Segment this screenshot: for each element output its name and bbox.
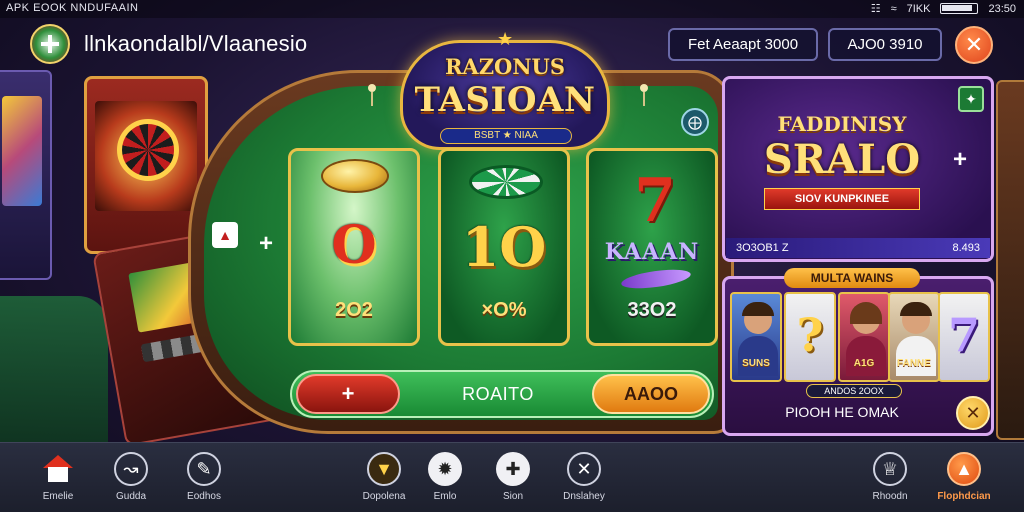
status-text: APK EOOK NNDUFAAIN: [6, 2, 139, 14]
nav-label: Dopolena: [362, 491, 406, 502]
nav-cancel[interactable]: ✕ Dnslahey: [548, 452, 620, 508]
reel-symbol: O: [331, 215, 377, 276]
body-shape: [846, 336, 886, 376]
multi-wins-sub: ANDOS 2OOX: [806, 384, 902, 398]
nav-label: Dnslahey: [563, 491, 605, 502]
card-symbol: ?: [796, 308, 824, 362]
decrease-bet-button[interactable]: +: [296, 374, 400, 414]
cross-icon: [41, 35, 59, 53]
seven-icon: 7: [634, 166, 676, 236]
win-card[interactable]: 7: [938, 292, 990, 382]
nav-spin[interactable]: ✚ Sion: [477, 452, 549, 508]
nav-label: Emelie: [42, 491, 74, 502]
nav-trophy[interactable]: ♕ Rhoodn: [854, 452, 926, 508]
promo-status-bar: 3O3OB1 Z 8.493: [726, 238, 990, 258]
cancel-icon: ✕: [567, 452, 601, 486]
hair-shape: [900, 302, 932, 316]
wifi-icon: ≈: [890, 2, 897, 15]
side-table-decor: [0, 296, 108, 446]
nav-label: Flophdcian: [937, 491, 991, 502]
game-title-main: TASIOAN: [414, 80, 596, 120]
trophy-icon: ♕: [873, 452, 907, 486]
reel-symbol: KAAAN: [604, 239, 700, 265]
spin-button[interactable]: ROAITO: [420, 374, 576, 414]
shield-icon: ▼: [367, 452, 401, 486]
reel-3[interactable]: 7 KAAAN 33O2: [586, 148, 718, 346]
balance-field[interactable]: Fet Aeaapt 3000: [668, 28, 818, 61]
promo-ribbon: SIOV KUNPKINEE: [764, 188, 920, 210]
promo-bar-left: 3O3OB1 Z: [736, 242, 789, 254]
edit-icon: ✎: [187, 452, 221, 486]
win-card[interactable]: ?: [784, 292, 836, 382]
signal-icon: ☷: [870, 3, 881, 15]
close-button[interactable]: ✕: [955, 26, 993, 64]
coin-icon: [321, 159, 389, 193]
play-icon[interactable]: ▲: [212, 222, 238, 248]
network-label: 7IKK: [906, 2, 931, 15]
card-tag: FANNE: [897, 358, 931, 369]
nav-label: Gudda: [115, 491, 147, 502]
arcade-screen: [2, 96, 42, 206]
body-shape: [738, 336, 778, 376]
app-logo[interactable]: [30, 24, 70, 64]
nav-stats[interactable]: ↝ Gudda: [95, 452, 167, 508]
reel-1[interactable]: O 2O2: [288, 148, 420, 346]
arcade-machine-right: [996, 80, 1024, 440]
nav-label: Rhoodn: [872, 491, 908, 502]
gift-icon[interactable]: ✦: [958, 86, 984, 112]
app-title: llnkaondalbl/Vlaanesio: [84, 31, 308, 56]
promo-icon: ▲: [947, 452, 981, 486]
home-icon: [43, 455, 73, 482]
credits-field[interactable]: AJO0 3910: [828, 28, 942, 61]
nav-promo[interactable]: ▲ Flophdcian: [928, 452, 1000, 508]
swoosh-icon: [620, 266, 692, 292]
nav-chip[interactable]: ✹ Emlo: [409, 452, 481, 508]
star-icon: ★: [497, 29, 514, 49]
reel-value: 33O2: [627, 299, 677, 321]
game-title-sub: BSBT ★ NIAA: [440, 128, 572, 144]
multi-wins-footer: PIOOH HE OMAK: [785, 404, 899, 420]
roulette-wheel-icon: [117, 119, 179, 181]
reel-2[interactable]: 1O ×O%: [438, 148, 570, 346]
card-symbol: 7: [947, 308, 980, 362]
status-icons: ☷ ≈ 7IKK 23:50: [870, 2, 1016, 16]
nav-label: Eodhos: [187, 491, 221, 502]
nav-edit[interactable]: ✎ Eodhos: [168, 452, 240, 508]
clock: 23:50: [988, 2, 1016, 15]
reel-value: ×O%: [481, 299, 527, 321]
pin-icon: [640, 84, 648, 106]
reel-symbol: 1O: [461, 215, 547, 279]
body-shape: [896, 336, 936, 376]
compass-icon[interactable]: ⨁: [681, 108, 709, 136]
win-card[interactable]: A1G: [838, 292, 890, 382]
card-tag: SUNS: [742, 358, 770, 369]
nav-home[interactable]: Emelie: [22, 452, 94, 508]
add-button[interactable]: AAOO: [592, 374, 710, 414]
win-card[interactable]: FANNE: [888, 292, 940, 382]
plus-icon[interactable]: +: [256, 232, 276, 256]
reel-value: 2O2: [335, 299, 373, 321]
card-tag: A1G: [853, 358, 875, 369]
promo-title-line1: FADDINISY: [777, 112, 907, 136]
nav-label: Emlo: [433, 491, 457, 502]
game-title-top: RAZONUS: [444, 54, 566, 79]
arcade-machine-left: [0, 70, 52, 280]
win-card[interactable]: SUNS: [730, 292, 782, 382]
plus-icon[interactable]: +: [950, 148, 970, 172]
nav-label: Sion: [502, 491, 523, 502]
status-bar: APK EOOK NNDUFAAIN ☷ ≈ 7IKK 23:50: [0, 0, 1024, 18]
spin-icon: ✚: [496, 452, 530, 486]
hair-shape: [850, 302, 882, 324]
hair-shape: [742, 302, 774, 316]
chip-icon: ✹: [428, 452, 462, 486]
chip-icon: [469, 165, 543, 199]
multi-wins-title: MULTA WAINS: [784, 268, 920, 288]
close-icon: ✕: [964, 32, 984, 57]
stats-icon: ↝: [114, 452, 148, 486]
promo-bar-right: 8.493: [952, 242, 980, 254]
battery-icon: [940, 3, 979, 14]
close-icon[interactable]: ✕: [956, 396, 990, 430]
promo-title-line2: SRALO: [763, 136, 921, 183]
pin-icon: [368, 84, 376, 106]
